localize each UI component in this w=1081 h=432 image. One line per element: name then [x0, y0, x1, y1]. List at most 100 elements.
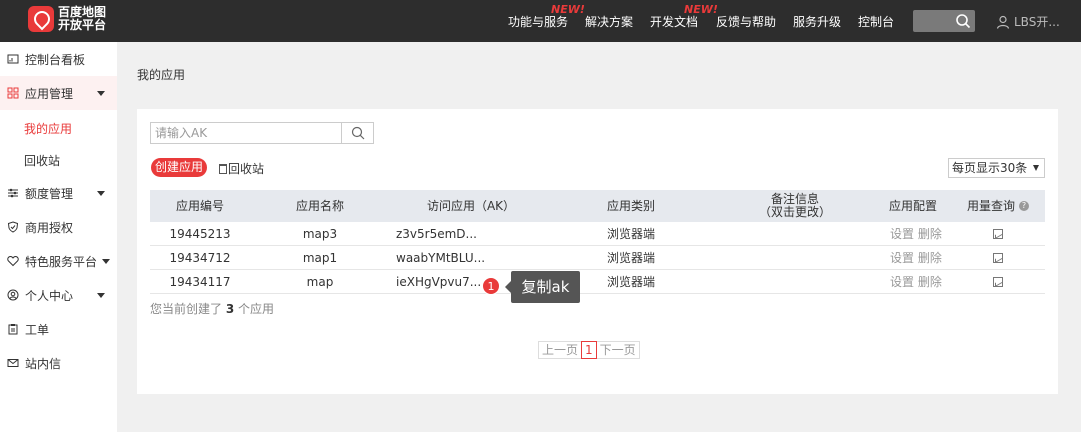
- table-row: 19434712 map1 waabYMtBLU... 浏览器端 设置 删除: [150, 246, 1045, 270]
- ak-search-button[interactable]: [341, 123, 373, 143]
- app-name: map3: [302, 227, 338, 241]
- sidebar: 控制台看板 应用管理 我的应用 回收站 额度管理 商用授权 特色服务平台 个人中…: [0, 42, 117, 432]
- per-page-value: 每页显示30条: [952, 161, 1028, 175]
- sidebar-item-label: 工单: [25, 322, 50, 337]
- sidebar-item-personal-center[interactable]: 个人中心: [0, 278, 117, 312]
- sidebar-item-tickets[interactable]: 工单: [0, 312, 117, 346]
- grid-icon: [7, 87, 19, 99]
- delete-link[interactable]: 删除: [918, 251, 942, 265]
- sidebar-item-commercial-license[interactable]: 商用授权: [0, 210, 117, 244]
- app-config-actions: 设置 删除: [890, 270, 942, 294]
- dashboard-icon: [7, 54, 19, 64]
- app-type: 浏览器端: [606, 227, 655, 241]
- chevron-down-icon: [97, 292, 105, 298]
- column-header-app-id: 应用编号: [175, 198, 224, 213]
- chevron-down-icon: [97, 190, 105, 196]
- summary-suffix: 个应用: [238, 302, 275, 316]
- nav-solutions[interactable]: 解决方案: [585, 13, 633, 30]
- nav-upgrade[interactable]: 服务升级: [793, 13, 841, 30]
- column-header-app-type: 应用类别: [606, 198, 655, 213]
- sidebar-item-quota[interactable]: 额度管理: [0, 176, 117, 210]
- nav-features[interactable]: 功能与服务: [508, 13, 568, 30]
- caret-down-icon: [1033, 165, 1039, 171]
- create-app-button[interactable]: 创建应用: [151, 158, 208, 177]
- pagination: 上一页 1 下一页: [538, 341, 640, 359]
- sidebar-item-label: 特色服务平台: [25, 254, 98, 269]
- column-header-usage: 用量查询 ?: [958, 190, 1038, 222]
- user-menu[interactable]: LBS开...: [996, 13, 1060, 30]
- recycle-bin-label: 回收站: [228, 162, 265, 176]
- usage-chart-icon[interactable]: [993, 253, 1003, 263]
- step-number-badge: 1: [482, 277, 500, 295]
- sidebar-item-messages[interactable]: 站内信: [0, 346, 117, 380]
- settings-link[interactable]: 设置: [890, 275, 914, 289]
- nav-docs[interactable]: 开发文档: [650, 13, 698, 30]
- copy-ak-tooltip: 复制ak: [505, 271, 580, 303]
- sliders-icon: [8, 188, 18, 198]
- sidebar-item-label: 站内信: [25, 356, 62, 371]
- settings-link[interactable]: 设置: [890, 227, 914, 241]
- user-icon: [996, 15, 1010, 29]
- chevron-down-icon: [102, 258, 110, 264]
- app-type: 浏览器端: [606, 251, 655, 265]
- top-navigation-bar: 百度地图 开放平台 NEW! NEW! 功能与服务 解决方案 开发文档 反馈与帮…: [0, 0, 1081, 42]
- heart-icon: [7, 255, 19, 267]
- clipboard-icon: [8, 324, 18, 335]
- sidebar-item-featured-services[interactable]: 特色服务平台: [0, 244, 117, 278]
- page-title: 我的应用: [137, 68, 186, 82]
- delete-link[interactable]: 删除: [918, 227, 942, 241]
- search-icon[interactable]: [955, 13, 971, 29]
- logo-text: 百度地图 开放平台: [58, 6, 110, 32]
- app-ak[interactable]: z3v5r5emD...: [396, 222, 477, 246]
- usage-chart-icon[interactable]: [993, 277, 1003, 287]
- table-row: 19434117 map ieXHgVpvu7... 浏览器端 设置 删除: [150, 270, 1045, 294]
- sidebar-subitem-my-apps[interactable]: 我的应用: [24, 120, 72, 137]
- app-config-actions: 设置 删除: [890, 246, 942, 270]
- sidebar-item-app-management[interactable]: 应用管理: [0, 76, 117, 110]
- top-search-box[interactable]: [913, 10, 975, 32]
- recycle-bin-button[interactable]: 回收站: [219, 160, 264, 177]
- summary-count: 3: [225, 302, 235, 316]
- baidu-map-logo[interactable]: 百度地图 开放平台: [28, 6, 110, 32]
- column-header-ak: 访问应用（AK）: [426, 198, 516, 213]
- note-hint: （双击更改）: [758, 205, 831, 219]
- app-config-actions: 设置 删除: [890, 222, 942, 246]
- nav-feedback[interactable]: 反馈与帮助: [716, 13, 776, 30]
- ak-search-box: [150, 122, 374, 144]
- table-row: 19445213 map3 z3v5r5emD... 浏览器端 设置 删除: [150, 222, 1045, 246]
- user-circle-icon: [7, 289, 19, 301]
- sidebar-item-label: 应用管理: [25, 86, 74, 101]
- sidebar-subitem-recycle-bin[interactable]: 回收站: [24, 152, 60, 169]
- app-note[interactable]: [730, 246, 860, 270]
- app-count-summary: 您当前创建了 3 个应用: [150, 300, 274, 317]
- prev-page-button[interactable]: 上一页: [538, 341, 583, 359]
- nav-console[interactable]: 控制台: [858, 13, 894, 30]
- app-note[interactable]: [730, 270, 860, 294]
- sidebar-item-dashboard[interactable]: 控制台看板: [0, 42, 117, 76]
- user-name: LBS开...: [1014, 15, 1060, 29]
- map-pin-icon: [28, 6, 54, 32]
- page-number-current[interactable]: 1: [581, 341, 597, 359]
- chevron-down-icon: [97, 90, 105, 96]
- mail-icon: [7, 359, 19, 367]
- settings-link[interactable]: 设置: [890, 251, 914, 265]
- app-id: 19434712: [169, 251, 231, 265]
- app-note[interactable]: [730, 222, 860, 246]
- next-page-button[interactable]: 下一页: [595, 341, 640, 359]
- app-id: 19445213: [169, 227, 231, 241]
- column-header-note: 备注信息 （双击更改）: [730, 190, 860, 222]
- app-ak[interactable]: waabYMtBLU...: [396, 246, 485, 270]
- app-ak[interactable]: ieXHgVpvu7...: [396, 270, 481, 294]
- usage-chart-icon[interactable]: [993, 229, 1003, 239]
- app-list-panel: 创建应用 回收站 每页显示30条 应用编号 应用名称 访问应用（AK） 应用类别…: [137, 109, 1058, 394]
- ak-search-input[interactable]: [151, 123, 341, 143]
- help-icon[interactable]: ?: [1019, 201, 1029, 211]
- sidebar-item-label: 控制台看板: [25, 52, 86, 67]
- table-header: 应用编号 应用名称 访问应用（AK） 应用类别 备注信息 （双击更改） 应用配置…: [150, 190, 1045, 222]
- app-id: 19434117: [169, 275, 231, 289]
- sidebar-item-label: 商用授权: [25, 220, 74, 235]
- per-page-select[interactable]: 每页显示30条: [948, 158, 1045, 178]
- summary-prefix: 您当前创建了: [150, 302, 223, 316]
- delete-link[interactable]: 删除: [918, 275, 942, 289]
- search-icon: [351, 126, 365, 140]
